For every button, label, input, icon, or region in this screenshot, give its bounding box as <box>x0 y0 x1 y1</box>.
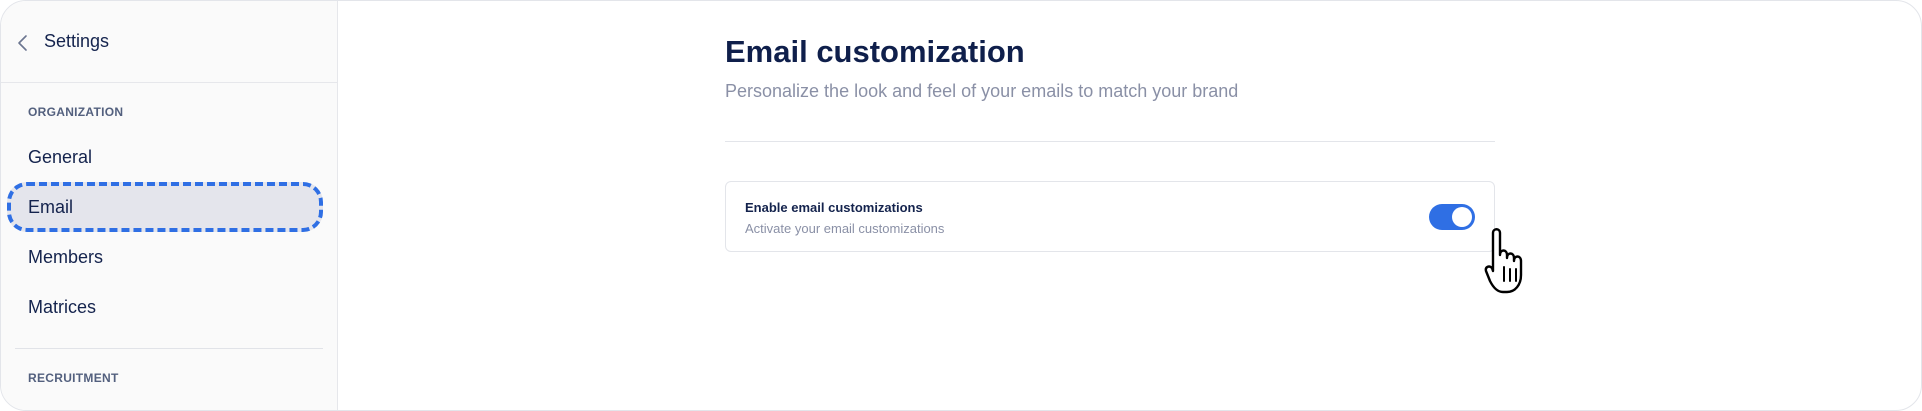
hand-pointer-cursor-icon <box>1484 228 1523 294</box>
sidebar-item-matrices[interactable]: Matrices <box>28 297 96 318</box>
header-divider <box>725 141 1495 142</box>
sidebar-item-members[interactable]: Members <box>28 247 103 268</box>
page-subtitle: Personalize the look and feel of your em… <box>725 81 1239 101</box>
sidebar-header[interactable]: Settings <box>1 1 337 83</box>
toggle-knob <box>1452 207 1472 227</box>
section-label-organization: ORGANIZATION <box>28 105 124 119</box>
sidebar-item-email[interactable]: Email <box>28 197 73 218</box>
settings-sidebar: Settings ORGANIZATION General Email Memb… <box>1 1 338 410</box>
sidebar-item-general[interactable]: General <box>28 147 92 168</box>
chevron-left-icon[interactable] <box>16 34 30 52</box>
email-customization-card: Enable email customizations Activate you… <box>725 181 1495 252</box>
sidebar-title: Settings <box>44 31 110 51</box>
page-title: Email customization <box>725 34 1025 69</box>
setting-title: Enable email customizations <box>745 200 923 215</box>
section-label-recruitment: RECRUITMENT <box>28 371 119 385</box>
app-window: Settings ORGANIZATION General Email Memb… <box>0 0 1922 411</box>
sidebar-divider <box>15 348 323 349</box>
enable-customizations-toggle[interactable] <box>1429 204 1475 230</box>
setting-description: Activate your email customizations <box>745 221 945 236</box>
